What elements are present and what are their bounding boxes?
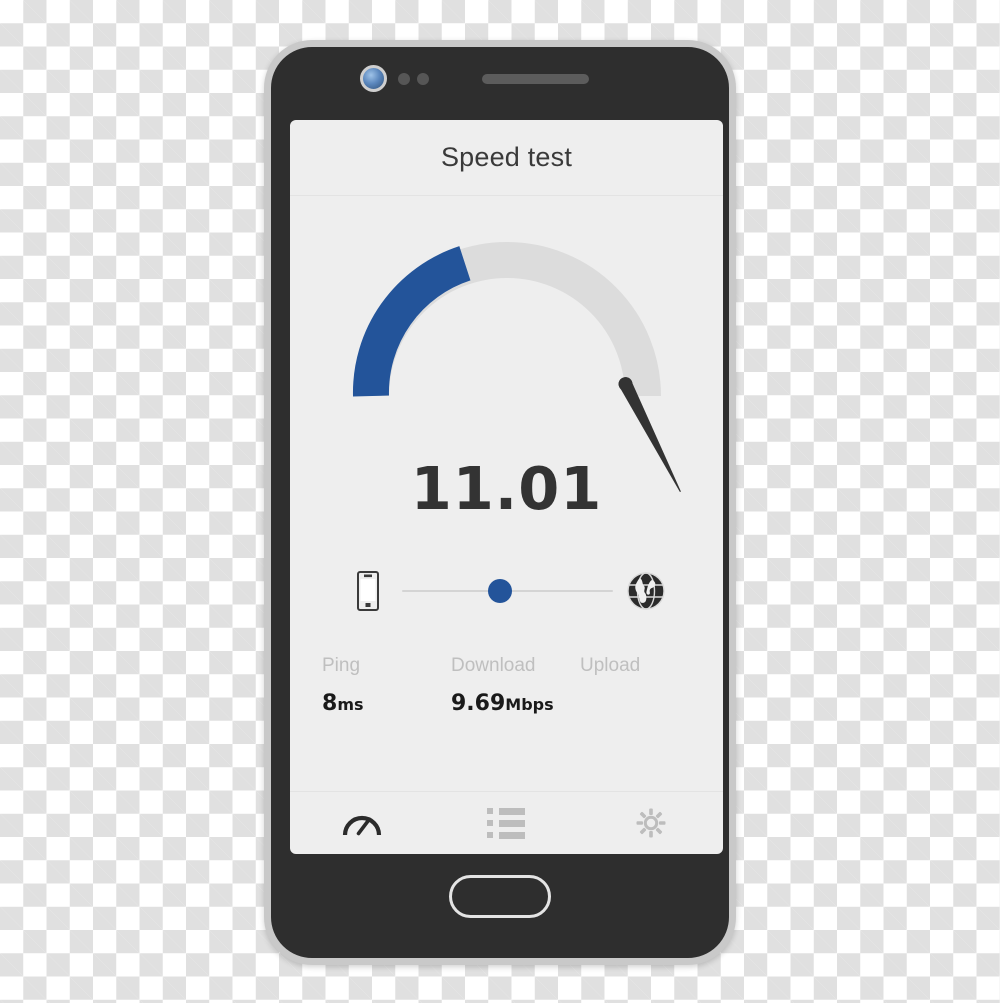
phone-top-hardware (271, 47, 729, 120)
slider-thumb[interactable] (488, 579, 512, 603)
stat-value-download: 9.69Mbps (451, 691, 566, 716)
list-icon-row (487, 819, 526, 827)
stat-label-ping: Ping (322, 655, 361, 676)
ping-number: 8 (322, 691, 338, 716)
stats-row: Ping 8ms Download 9.69Mbps Upload (290, 655, 723, 716)
list-bar (499, 831, 526, 839)
list-bullet (487, 820, 494, 826)
front-camera-icon (360, 65, 387, 92)
gear-icon (636, 808, 666, 838)
list-icon (487, 807, 526, 839)
bottom-nav-bar (290, 791, 723, 854)
list-bullet (487, 808, 494, 814)
nav-item-results[interactable] (434, 792, 578, 854)
app-header: Speed test (290, 120, 723, 196)
stat-label-upload: Upload (580, 655, 641, 676)
light-sensor-icon (417, 73, 429, 85)
stat-upload: Upload (566, 655, 695, 716)
home-button[interactable] (449, 875, 551, 918)
mobile-phone-icon (357, 571, 379, 611)
speed-gauge (290, 196, 723, 476)
stat-ping: Ping 8ms (318, 655, 437, 716)
ping-unit: ms (337, 695, 364, 714)
list-bullet (487, 832, 494, 838)
page-title: Speed test (440, 142, 573, 172)
proximity-sensor-icon (398, 73, 410, 85)
stat-download: Download 9.69Mbps (437, 655, 566, 716)
list-icon-row (487, 831, 526, 839)
list-bar (499, 807, 526, 815)
globe-icon (627, 572, 665, 610)
phone-screen: Speed test 11.01 Ping 8ms Download 9.69M… (290, 120, 723, 854)
list-icon-row (487, 807, 526, 815)
stat-value-ping: 8ms (322, 691, 437, 716)
gauge-fill (352, 246, 471, 397)
distance-slider[interactable] (290, 549, 723, 635)
stat-label-download: Download (451, 655, 536, 676)
phone-device: Speed test 11.01 Ping 8ms Download 9.69M… (264, 40, 736, 965)
download-unit: Mbps (505, 695, 554, 714)
download-number: 9.69 (451, 691, 506, 716)
speedometer-icon (343, 815, 382, 836)
earpiece-speaker-icon (482, 74, 589, 84)
nav-item-settings[interactable] (579, 792, 723, 854)
list-bar (499, 819, 526, 827)
nav-item-speed-test[interactable] (290, 792, 434, 854)
